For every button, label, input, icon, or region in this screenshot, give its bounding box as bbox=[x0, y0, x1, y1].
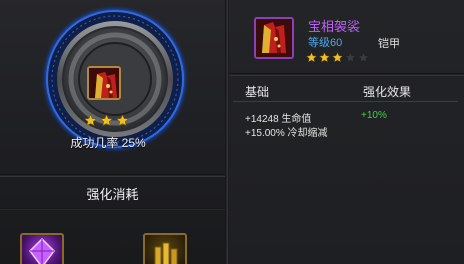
item-level: 等级60 bbox=[308, 37, 343, 49]
divider bbox=[0, 174, 225, 177]
divider bbox=[0, 208, 225, 210]
stats-header: 基础 强化效果 bbox=[229, 80, 464, 102]
base-stats-header: 基础 bbox=[245, 85, 270, 99]
item-info-panel: 宝相袈裟 等级60 铠甲 基础 强化效果 +14248 生命值 +10% +15… bbox=[229, 0, 464, 264]
star-filled-icon bbox=[83, 114, 97, 127]
star-filled-icon bbox=[319, 52, 330, 63]
cost-item-gold[interactable] bbox=[143, 233, 187, 264]
stat-row-bonus: +10% bbox=[361, 110, 387, 121]
item-star-rating bbox=[306, 52, 369, 63]
star-filled-icon bbox=[306, 52, 317, 63]
item-icon-frame[interactable] bbox=[254, 17, 294, 59]
divider bbox=[233, 101, 458, 102]
star-empty-icon bbox=[358, 52, 369, 63]
star-filled-icon bbox=[332, 52, 343, 63]
star-filled-icon bbox=[115, 114, 129, 127]
purple-crystal-icon bbox=[29, 237, 55, 264]
item-name: 宝相袈裟 bbox=[308, 19, 361, 34]
enhance-panel: 成功几率 25% 强化消耗 bbox=[0, 0, 228, 264]
divider bbox=[229, 73, 464, 76]
item-type: 铠甲 bbox=[378, 38, 400, 50]
stat-row-base: +14248 生命值 bbox=[245, 114, 312, 125]
red-robe-icon bbox=[89, 68, 119, 98]
success-rate-label: 成功几率 25% bbox=[70, 136, 146, 150]
enhance-star-rating bbox=[76, 114, 136, 128]
gold-coins-icon bbox=[154, 242, 178, 264]
cost-item-crystal[interactable] bbox=[20, 233, 64, 264]
enhance-item-slot[interactable] bbox=[87, 66, 121, 100]
cost-section-title: 强化消耗 bbox=[86, 187, 139, 202]
enhance-effect-header: 强化效果 bbox=[363, 85, 412, 99]
star-empty-icon bbox=[345, 52, 356, 63]
star-filled-icon bbox=[99, 114, 113, 127]
stat-row-base: +15.00% 冷却缩减 bbox=[245, 128, 328, 139]
red-robe-icon bbox=[256, 19, 292, 57]
